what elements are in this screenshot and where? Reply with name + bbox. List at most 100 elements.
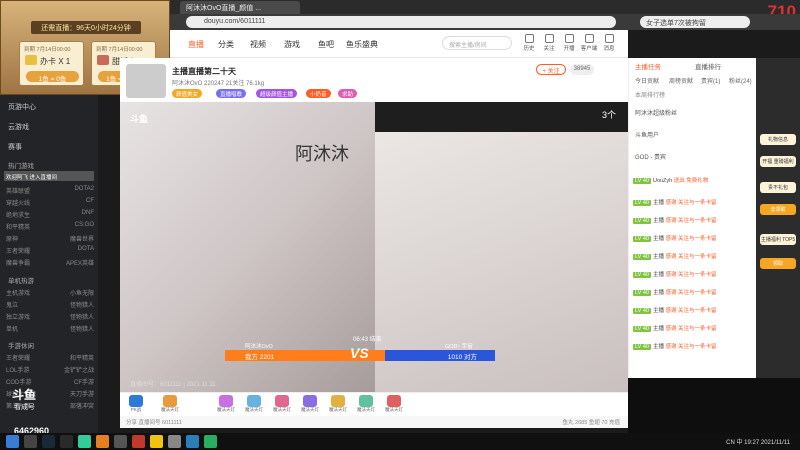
promo-benefit[interactable]: 开福 重磅福利	[760, 156, 796, 167]
streamer-avatar[interactable]	[126, 64, 166, 98]
lp-game[interactable]: 王者荣耀	[6, 246, 30, 255]
lp-game[interactable]: 英雄联盟	[6, 186, 30, 195]
lp-item-cloud-games[interactable]: 云游戏	[8, 122, 29, 132]
wallet-info[interactable]: 鱼丸 2685 鱼翅 70 充值	[563, 418, 620, 426]
steam-icon[interactable]	[42, 435, 55, 448]
room-tag[interactable]: 颜值美女	[172, 89, 203, 98]
gift-item[interactable]: 魔法天灯	[300, 395, 320, 413]
lp-game[interactable]: 独立游戏	[6, 312, 30, 321]
room-tag[interactable]: 直播唱歌	[216, 89, 247, 98]
gift-item[interactable]: 魔法天灯	[356, 395, 376, 413]
promo-claim-button[interactable]: 去领取	[760, 204, 796, 215]
nav-live[interactable]: 直播	[188, 39, 204, 50]
chat-line: LV 40 主播 感谢 关注与一条卡留	[633, 200, 717, 206]
lp-game[interactable]: 魔兽争霸	[6, 258, 30, 267]
lp-item-web-games[interactable]: 页游中心	[8, 102, 36, 112]
lp-game[interactable]: CS:GO	[75, 222, 94, 231]
history-icon[interactable]: 历史	[520, 34, 538, 52]
lp-game[interactable]: 怪物猎人	[70, 312, 94, 321]
lp-game[interactable]: 鬼泣	[6, 300, 18, 309]
rank-row[interactable]: GOD - 贵宾	[635, 152, 753, 166]
room-title: 主播直播第二十天	[172, 67, 236, 76]
chrome-icon[interactable]	[78, 435, 91, 448]
lp-game[interactable]: DOTA	[78, 246, 94, 255]
app-icon[interactable]	[150, 435, 163, 448]
site-search-input[interactable]: 搜索主播/房间	[442, 36, 512, 50]
app-icon[interactable]	[60, 435, 73, 448]
broadcast-icon[interactable]: 开播	[560, 34, 578, 52]
lp-game[interactable]: 魔兽世界	[70, 234, 94, 243]
nav-games[interactable]: 游戏	[284, 39, 300, 50]
chat-line: LV 40 主播 感谢 关注与一条卡留	[633, 254, 717, 260]
gift-item[interactable]: 魔法天灯	[160, 395, 180, 413]
tab-vip[interactable]: 贵宾(1)	[701, 76, 720, 85]
chat-header-right[interactable]: 直播排行	[695, 61, 721, 71]
room-tag[interactable]: 求助	[338, 89, 358, 98]
lp-game[interactable]: 和平精英	[70, 353, 94, 362]
gift-item[interactable]: 魔法天灯	[216, 395, 236, 413]
app-icon[interactable]	[168, 435, 181, 448]
nav-category[interactable]: 分类	[218, 39, 234, 50]
chat-panel: 主播任务 直播排行 今日贡献 周榜贡献 贵宾(1) 粉丝(24) 本周排行榜 阿…	[628, 58, 756, 378]
lp-game[interactable]: 怪物猎人	[70, 300, 94, 309]
lp-game[interactable]: 金铲铲之战	[64, 365, 94, 374]
promo-top5[interactable]: 主播福利 TOP5	[760, 234, 796, 245]
search-icon[interactable]	[24, 435, 37, 448]
url-input[interactable]: douyu.com/6011111	[186, 16, 616, 28]
tab-today[interactable]: 今日贡献	[635, 76, 659, 85]
share-room-id[interactable]: 分享 直播间号 6011111	[126, 420, 182, 426]
gift-item[interactable]: 魔法天灯	[328, 395, 348, 413]
promo-gift-info[interactable]: 礼物信息	[760, 134, 796, 145]
app-icon[interactable]	[186, 435, 199, 448]
lp-item-events[interactable]: 赛事	[8, 142, 22, 152]
video-player[interactable]: 斗鱼 阿沐沐 3个 06:43 结束 阿沐沐OvO GOD↑ 宇宙 我方 220…	[120, 102, 628, 392]
reward-card[interactable]: 到期 7月14日00:00 办卡 X 1 1鱼 = 0鱼	[19, 41, 84, 86]
lp-game[interactable]: 主机游戏	[6, 288, 30, 297]
follow-icon[interactable]: 关注	[540, 34, 558, 52]
start-icon[interactable]	[6, 435, 19, 448]
lp-game[interactable]: 单机	[6, 324, 18, 333]
lp-game[interactable]: 和平精英	[6, 222, 30, 231]
lp-game[interactable]: 原神	[6, 234, 18, 243]
promo-claim-button[interactable]: 领取	[760, 258, 796, 269]
gift-item[interactable]: PK战	[126, 395, 146, 413]
lp-game[interactable]: CF	[86, 198, 94, 207]
lp-game[interactable]: LOL手游	[6, 365, 29, 374]
lp-game[interactable]: 怪物猎人	[70, 324, 94, 333]
nav-festival[interactable]: 鱼乐盛典	[346, 39, 378, 50]
card-date: 到期 7月14日00:00	[24, 47, 71, 53]
lp-game[interactable]: DOTA2	[74, 186, 94, 195]
follow-button[interactable]: + 关注	[536, 64, 566, 75]
gift-item[interactable]: 魔法天灯	[244, 395, 264, 413]
message-icon[interactable]: 消息	[600, 34, 618, 52]
rank-row[interactable]: 阿沐沐超级粉丝	[635, 108, 753, 122]
chat-line: LV 40 主播 感谢 关注与一条卡留	[633, 326, 717, 332]
lp-game[interactable]: 小鱼无限	[70, 288, 94, 297]
app-icon[interactable]	[114, 435, 127, 448]
app-icon[interactable]	[132, 435, 145, 448]
lp-game[interactable]: DNF	[82, 210, 94, 219]
tab-week[interactable]: 周榜贡献	[669, 76, 693, 85]
card-button[interactable]: 1鱼 = 0鱼	[26, 71, 79, 83]
browser-search-input[interactable]: 女子选单7次被拘留	[640, 16, 750, 28]
gift-item[interactable]: 魔法天灯	[272, 395, 292, 413]
tab-fans[interactable]: 粉丝(24)	[729, 76, 752, 85]
lp-game[interactable]: 王者荣耀	[6, 353, 30, 362]
pk-right-score: 1010 对方	[385, 350, 495, 361]
room-tag[interactable]: 超级颜值主播	[256, 89, 298, 98]
app-icon[interactable]	[204, 435, 217, 448]
nav-video[interactable]: 视频	[250, 39, 266, 50]
gift-item[interactable]: 魔法天灯	[384, 395, 404, 413]
room-tag[interactable]: 小奶音	[306, 89, 331, 98]
client-icon[interactable]: 客户端	[580, 34, 598, 52]
lp-game[interactable]: 绝地求生	[6, 210, 30, 219]
rank-row[interactable]: 斗鱼用户	[635, 130, 753, 144]
lp-game[interactable]: 穿越火线	[6, 198, 30, 207]
app-icon[interactable]	[96, 435, 109, 448]
chat-line: LV 40 主播 感谢 关注与一条卡留	[633, 218, 717, 224]
chat-header-left[interactable]: 主播任务	[635, 61, 661, 71]
browser-tab[interactable]: 阿沐沐OvO直播_颜值 ...	[180, 1, 300, 14]
nav-fishbar[interactable]: 鱼吧	[318, 39, 334, 50]
lp-game[interactable]: APEX英雄	[66, 258, 94, 267]
promo-pack[interactable]: 贵不礼包	[760, 182, 796, 193]
